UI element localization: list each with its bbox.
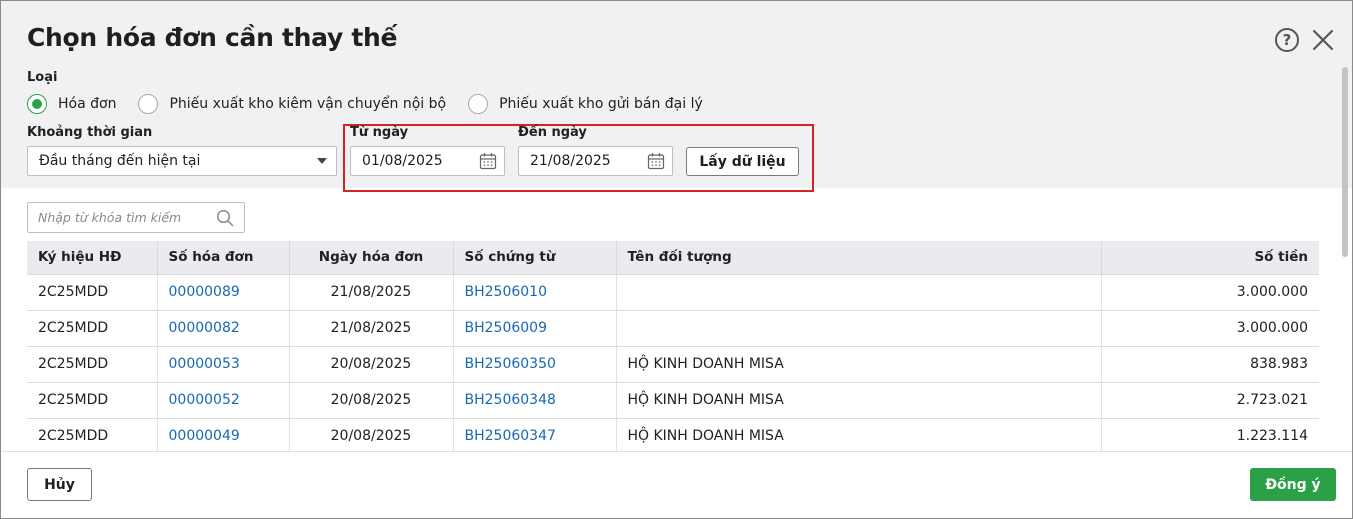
- replace-invoice-dialog: Chọn hóa đơn cần thay thế ? Loại Hóa đơn…: [0, 0, 1353, 519]
- from-date-value: 01/08/2025: [362, 153, 443, 169]
- cell-amount: 2.723.021: [1101, 381, 1319, 418]
- cell-voucher-link[interactable]: BH25060347: [453, 417, 617, 451]
- cell-date: 21/08/2025: [289, 309, 454, 346]
- cell-invoice-no-link[interactable]: 00000049: [157, 417, 290, 451]
- cell-name: [616, 309, 1102, 346]
- type-radio-group: Hóa đơn Phiếu xuất kho kiêm vận chuyển n…: [27, 93, 703, 115]
- table-row[interactable]: 2C25MDD 00000053 20/08/2025 BH25060350 H…: [27, 345, 1319, 382]
- calendar-icon[interactable]: [479, 152, 497, 170]
- help-icon[interactable]: ?: [1275, 28, 1299, 52]
- chevron-down-icon: [317, 158, 327, 164]
- radio-unchecked-icon: [138, 94, 159, 114]
- filter-panel: Chọn hóa đơn cần thay thế ? Loại Hóa đơn…: [1, 1, 1352, 192]
- to-date-input[interactable]: 21/08/2025: [518, 146, 673, 176]
- type-label: Loại: [27, 70, 58, 85]
- cell-symbol: 2C25MDD: [27, 273, 158, 310]
- cell-date: 20/08/2025: [289, 345, 454, 382]
- cell-amount: 3.000.000: [1101, 309, 1319, 346]
- radio-label: Phiếu xuất kho gửi bán đại lý: [499, 96, 703, 112]
- table-header-row: Ký hiệu HĐ Số hóa đơn Ngày hóa đơn Số ch…: [27, 241, 1319, 274]
- radio-invoice[interactable]: Hóa đơn: [27, 94, 116, 114]
- period-value: Đầu tháng đến hiện tại: [39, 153, 201, 169]
- cell-symbol: 2C25MDD: [27, 309, 158, 346]
- cancel-button[interactable]: Hủy: [27, 468, 92, 501]
- cell-symbol: 2C25MDD: [27, 345, 158, 382]
- table-row[interactable]: 2C25MDD 00000089 21/08/2025 BH2506010 3.…: [27, 273, 1319, 310]
- col-header-invoice-no[interactable]: Số hóa đơn: [157, 241, 290, 274]
- cell-voucher-link[interactable]: BH2506010: [453, 273, 617, 310]
- cell-name: HỘ KINH DOANH MISA: [616, 381, 1102, 418]
- col-header-symbol[interactable]: Ký hiệu HĐ: [27, 241, 158, 274]
- cell-invoice-no-link[interactable]: 00000082: [157, 309, 290, 346]
- table-row[interactable]: 2C25MDD 00000082 21/08/2025 BH2506009 3.…: [27, 309, 1319, 346]
- cell-date: 21/08/2025: [289, 273, 454, 310]
- table-row[interactable]: 2C25MDD 00000052 20/08/2025 BH25060348 H…: [27, 381, 1319, 418]
- from-date-input[interactable]: 01/08/2025: [350, 146, 505, 176]
- from-date-label: Từ ngày: [350, 125, 409, 140]
- cell-invoice-no-link[interactable]: 00000089: [157, 273, 290, 310]
- cell-name: HỘ KINH DOANH MISA: [616, 417, 1102, 451]
- radio-unchecked-icon: [468, 94, 489, 114]
- cell-voucher-link[interactable]: BH25060350: [453, 345, 617, 382]
- search-icon[interactable]: [216, 209, 234, 227]
- col-header-date[interactable]: Ngày hóa đơn: [289, 241, 454, 274]
- invoice-table: Ký hiệu HĐ Số hóa đơn Ngày hóa đơn Số ch…: [27, 241, 1319, 451]
- cell-symbol: 2C25MDD: [27, 381, 158, 418]
- radio-agent-consignment-note[interactable]: Phiếu xuất kho gửi bán đại lý: [468, 94, 703, 114]
- cell-voucher-link[interactable]: BH2506009: [453, 309, 617, 346]
- confirm-button[interactable]: Đồng ý: [1250, 468, 1336, 501]
- cell-amount: 1.223.114: [1101, 417, 1319, 451]
- vertical-scrollbar[interactable]: [1342, 67, 1348, 257]
- search-box[interactable]: [27, 202, 245, 233]
- footer-divider: [1, 451, 1352, 452]
- close-icon[interactable]: [1311, 28, 1335, 52]
- col-header-amount[interactable]: Số tiền: [1101, 241, 1319, 274]
- cell-amount: 3.000.000: [1101, 273, 1319, 310]
- period-select[interactable]: Đầu tháng đến hiện tại: [27, 146, 337, 176]
- table-row[interactable]: 2C25MDD 00000049 20/08/2025 BH25060347 H…: [27, 417, 1319, 451]
- cell-name: [616, 273, 1102, 310]
- fetch-data-button[interactable]: Lấy dữ liệu: [686, 147, 799, 176]
- to-date-label: Đến ngày: [518, 125, 587, 140]
- cell-date: 20/08/2025: [289, 417, 454, 451]
- col-header-voucher[interactable]: Số chứng từ: [453, 241, 617, 274]
- radio-label: Hóa đơn: [58, 96, 117, 112]
- to-date-value: 21/08/2025: [530, 153, 611, 169]
- calendar-icon[interactable]: [647, 152, 665, 170]
- radio-checked-icon: [27, 94, 47, 114]
- period-label: Khoảng thời gian: [27, 125, 153, 140]
- cell-amount: 838.983: [1101, 345, 1319, 382]
- radio-internal-transfer-note[interactable]: Phiếu xuất kho kiêm vận chuyển nội bộ: [138, 94, 446, 114]
- cell-voucher-link[interactable]: BH25060348: [453, 381, 617, 418]
- radio-label: Phiếu xuất kho kiêm vận chuyển nội bộ: [169, 96, 447, 112]
- cell-invoice-no-link[interactable]: 00000052: [157, 381, 290, 418]
- col-header-name[interactable]: Tên đối tượng: [616, 241, 1102, 274]
- cell-symbol: 2C25MDD: [27, 417, 158, 451]
- cell-name: HỘ KINH DOANH MISA: [616, 345, 1102, 382]
- cell-date: 20/08/2025: [289, 381, 454, 418]
- search-input[interactable]: [38, 210, 208, 225]
- cell-invoice-no-link[interactable]: 00000053: [157, 345, 290, 382]
- dialog-title: Chọn hóa đơn cần thay thế: [27, 23, 398, 52]
